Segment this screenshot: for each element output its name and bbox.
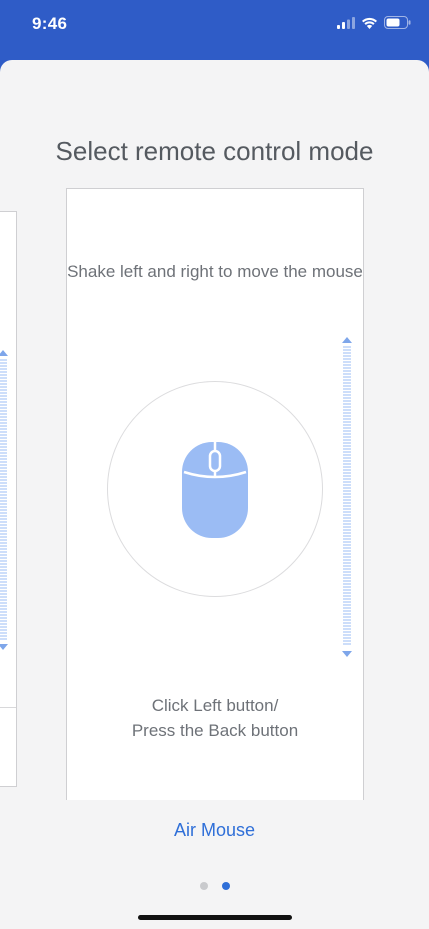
mode-selection-sheet: Select remote control mode Shake left an… [0,60,429,929]
mode-instruction-line-2: Press the Back button [131,721,299,740]
page-dot-1[interactable] [199,882,208,890]
cellular-signal-icon [337,16,355,29]
page-title: Select remote control mode [55,136,374,166]
mode-instruction-top: Shake left and right to move the mouse [67,262,363,281]
mouse-circle [107,381,323,597]
wifi-icon [362,17,377,29]
home-indicator[interactable] [138,915,292,920]
status-bar: 9:46 [0,0,429,52]
scroll-gauge-icon [0,350,8,650]
card-divider [0,707,16,708]
battery-icon [384,16,411,29]
mode-instruction-bottom: Click Left button/ Press the Back button [67,693,363,743]
scroll-gauge-icon [342,337,352,657]
mode-card-previous[interactable] [0,211,17,787]
page-indicator[interactable] [0,882,429,890]
page-dot-2[interactable] [221,882,230,890]
status-icons [337,16,411,29]
mode-instruction-line-1: Click Left button/ [151,696,279,715]
mouse-icon [182,442,248,538]
mode-card-air-mouse[interactable]: Shake left and right to move the mouse C… [66,188,364,800]
current-mode-label[interactable]: Air Mouse [0,820,429,841]
status-time: 9:46 [32,14,68,33]
